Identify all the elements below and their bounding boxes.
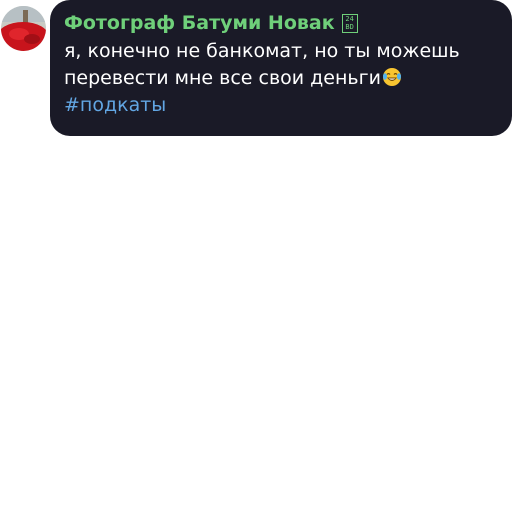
sender-badge-bottom: BD xyxy=(345,23,354,31)
avatar-photo xyxy=(1,6,46,51)
face-with-tears-of-joy-icon xyxy=(382,67,402,87)
hashtag-link[interactable]: #подкаты xyxy=(64,92,500,119)
message-text: я, конечно не банкомат, но ты можешь пер… xyxy=(64,38,500,92)
sender-badge-top: 24 xyxy=(345,15,354,23)
sender-name[interactable]: Фотограф Батуми Новак 24 BD xyxy=(64,10,500,36)
message-text-line-1: я, конечно не банкомат, но ты можешь xyxy=(64,40,460,62)
sender-name-label: Фотограф Батуми Новак xyxy=(64,12,335,34)
avatar[interactable] xyxy=(1,6,46,51)
message-text-line-2: перевести мне все свои деньги xyxy=(64,67,381,89)
sender-badge-icon: 24 BD xyxy=(341,13,358,33)
chat-view: Фотограф Батуми Новак 24 BD я, конечно н… xyxy=(0,0,512,512)
message-text-line-2-row: перевести мне все свои деньги xyxy=(64,65,500,92)
message-bubble: Фотограф Батуми Новак 24 BD я, конечно н… xyxy=(50,0,512,136)
